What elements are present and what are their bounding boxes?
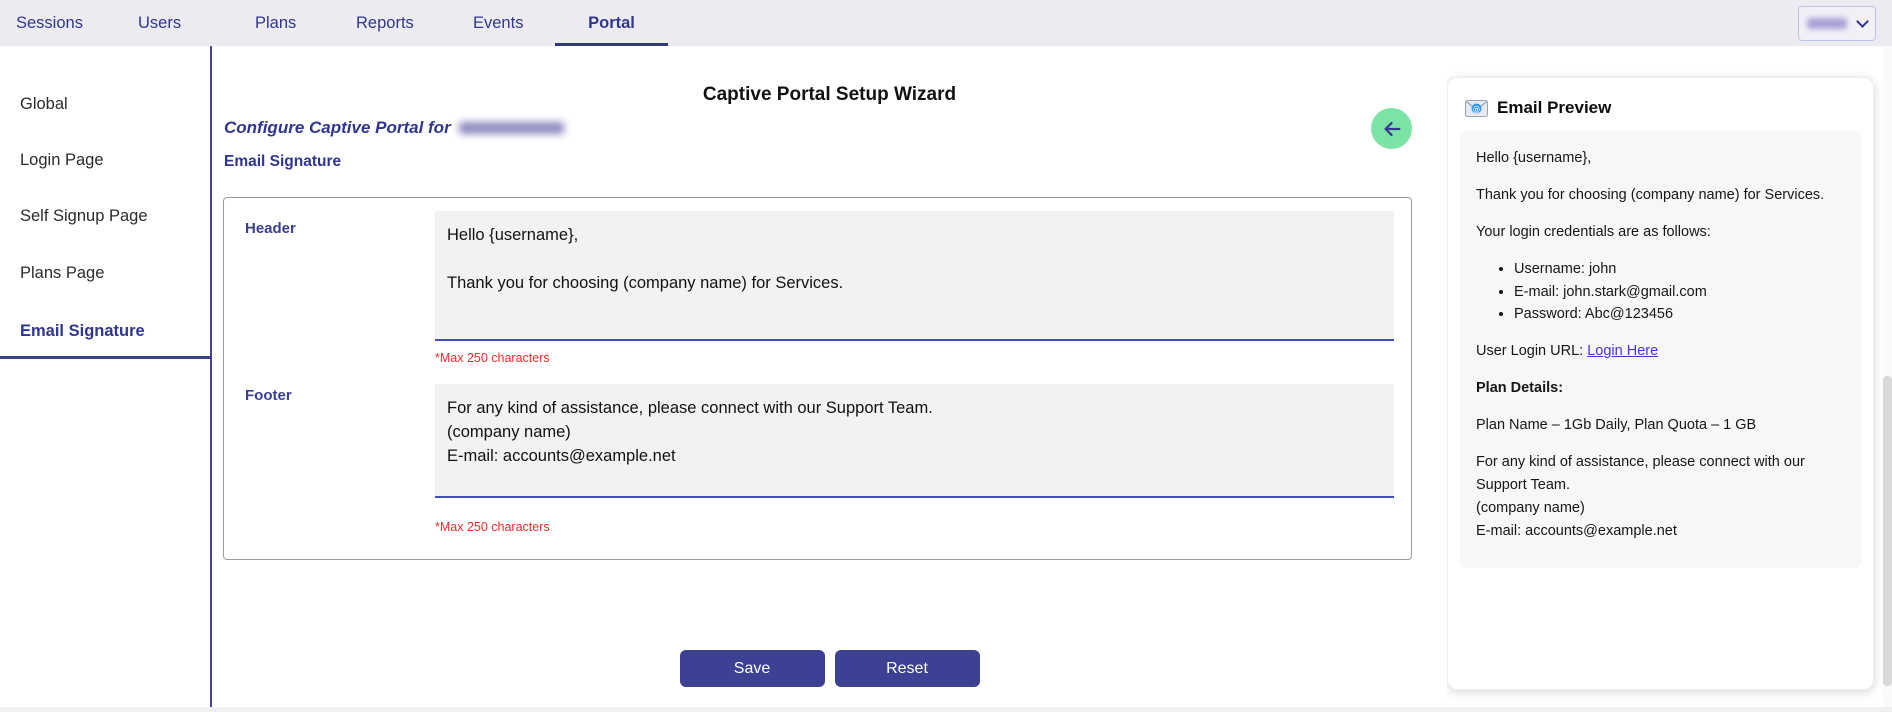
page-scrollbar-thumb[interactable] bbox=[1883, 376, 1892, 686]
footer-field-label: Footer bbox=[245, 387, 292, 404]
email-signature-form: Header Hello {username}, Thank you for c… bbox=[223, 197, 1412, 560]
preview-credentials-intro: Your login credentials are as follows: bbox=[1476, 221, 1845, 244]
preview-footer-line: (company name) bbox=[1476, 497, 1845, 520]
tab-sessions[interactable]: Sessions bbox=[16, 0, 83, 46]
tab-plans[interactable]: Plans bbox=[255, 0, 296, 46]
header-max-chars-hint: *Max 250 characters bbox=[435, 351, 550, 365]
redacted-company-name bbox=[459, 122, 564, 134]
preview-credential-password: Password: Abc@123456 bbox=[1514, 303, 1845, 326]
tenant-selector[interactable] bbox=[1798, 6, 1876, 41]
chevron-down-icon bbox=[1856, 15, 1869, 28]
form-actions: Save Reset bbox=[212, 650, 1447, 687]
footer-textarea[interactable]: For any kind of assistance, please conne… bbox=[435, 384, 1394, 498]
arrow-left-icon bbox=[1381, 118, 1403, 140]
preview-login-url-label: User Login URL: bbox=[1476, 343, 1587, 359]
sidebar: Global Login Page Self Signup Page Plans… bbox=[0, 46, 212, 712]
email-preview-title: Email Preview bbox=[1497, 98, 1611, 118]
svg-text:@: @ bbox=[1473, 104, 1481, 113]
sidebar-item-email-signature[interactable]: Email Signature bbox=[20, 322, 145, 341]
preview-greeting: Hello {username}, bbox=[1476, 147, 1845, 170]
tab-events[interactable]: Events bbox=[473, 0, 523, 46]
tab-reports[interactable]: Reports bbox=[356, 0, 414, 46]
sidebar-item-plans-page[interactable]: Plans Page bbox=[20, 264, 104, 283]
reset-button[interactable]: Reset bbox=[835, 650, 980, 687]
preview-plan-details-label: Plan Details: bbox=[1476, 377, 1845, 400]
header-field-label: Header bbox=[245, 220, 296, 237]
footer-max-chars-hint: *Max 250 characters bbox=[435, 520, 550, 534]
email-preview-header: @ Email Preview bbox=[1460, 98, 1861, 118]
save-button[interactable]: Save bbox=[680, 650, 825, 687]
header-textarea[interactable]: Hello {username}, Thank you for choosing… bbox=[435, 211, 1394, 341]
redacted-tenant-name bbox=[1807, 18, 1847, 29]
tab-portal[interactable]: Portal bbox=[555, 0, 668, 46]
wizard-subtitle-text: Configure Captive Portal for bbox=[224, 118, 451, 138]
email-preview-body: Hello {username}, Thank you for choosing… bbox=[1460, 131, 1861, 568]
page-scrollbar-track bbox=[1883, 46, 1892, 712]
preview-login-url-row: User Login URL: Login Here bbox=[1476, 340, 1845, 363]
login-here-link[interactable]: Login Here bbox=[1587, 343, 1658, 359]
top-navbar: Sessions Users Plans Reports Events Port… bbox=[0, 0, 1892, 46]
preview-credential-username: Username: john bbox=[1514, 258, 1845, 281]
email-icon: @ bbox=[1465, 100, 1488, 117]
wizard-subtitle: Configure Captive Portal for bbox=[224, 118, 564, 138]
email-signature-section-label: Email Signature bbox=[224, 153, 341, 171]
preview-thanks: Thank you for choosing (company name) fo… bbox=[1476, 184, 1845, 207]
main-content: Captive Portal Setup Wizard Configure Ca… bbox=[212, 46, 1447, 712]
active-item-underline bbox=[0, 356, 212, 359]
preview-footer-line: For any kind of assistance, please conne… bbox=[1476, 451, 1845, 497]
preview-footer-line: E-mail: accounts@example.net bbox=[1476, 520, 1845, 543]
preview-credentials-list: Username: john E-mail: john.stark@gmail.… bbox=[1476, 258, 1845, 326]
sidebar-item-login-page[interactable]: Login Page bbox=[20, 151, 104, 170]
sidebar-item-global[interactable]: Global bbox=[20, 95, 68, 114]
preview-credential-email: E-mail: john.stark@gmail.com bbox=[1514, 281, 1845, 304]
email-preview-panel: @ Email Preview Hello {username}, Thank … bbox=[1447, 77, 1874, 690]
content-row: Global Login Page Self Signup Page Plans… bbox=[0, 46, 1892, 712]
page-title: Captive Portal Setup Wizard bbox=[212, 84, 1447, 106]
sidebar-item-self-signup-page[interactable]: Self Signup Page bbox=[20, 207, 148, 226]
back-button[interactable] bbox=[1371, 108, 1412, 149]
preview-plan-details: Plan Name – 1Gb Daily, Plan Quota – 1 GB bbox=[1476, 414, 1845, 437]
preview-footer: For any kind of assistance, please conne… bbox=[1476, 451, 1845, 543]
tab-users[interactable]: Users bbox=[138, 0, 181, 46]
viewport-bottom-edge bbox=[0, 707, 1892, 712]
